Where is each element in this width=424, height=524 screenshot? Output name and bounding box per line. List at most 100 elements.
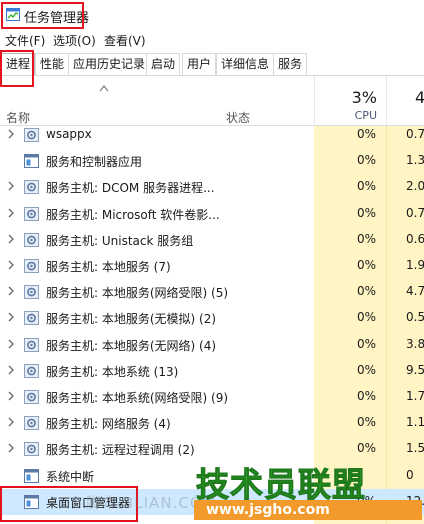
process-row[interactable]: 服务主机: 本地服务 (7) 0% 1.9 <box>0 253 424 279</box>
process-name: 服务主机: Unistack 服务组 <box>46 233 194 248</box>
gear-icon <box>24 180 39 195</box>
tab-services[interactable]: 服务 <box>273 53 308 75</box>
process-memory: 4.7 <box>406 284 424 299</box>
process-name: 服务主机: 本地系统 (13) <box>46 364 179 379</box>
process-name: 服务主机: 网络服务 (4) <box>46 417 171 432</box>
expand-chevron-icon[interactable] <box>6 285 16 297</box>
expand-chevron-icon[interactable] <box>6 442 16 454</box>
tab-users[interactable]: 用户 <box>182 53 217 75</box>
process-name: 服务主机: 本地服务(无网络) (4) <box>46 338 217 353</box>
sort-up-icon[interactable] <box>99 84 109 92</box>
menu-bar: 文件(F) 选项(O) 查看(V) <box>0 30 424 50</box>
process-name: 服务主机: DCOM 服务器进程... <box>46 181 215 196</box>
expand-chevron-icon[interactable] <box>6 311 16 323</box>
column-memory[interactable]: 4 <box>386 76 424 126</box>
process-cpu: 0% <box>356 258 376 272</box>
process-memory: 2.0 <box>406 179 424 194</box>
tab-performance[interactable]: 性能 <box>35 53 70 75</box>
process-row[interactable]: wsappx 0% 0.7 <box>0 126 424 148</box>
process-cpu: 0% <box>356 179 376 194</box>
process-row[interactable]: 服务主机: DCOM 服务器进程... 0% 2.0 <box>0 174 424 200</box>
process-row[interactable]: 服务主机: 本地系统(网络受限) (9) 0% 1.7 <box>0 384 424 410</box>
gear-icon <box>24 206 39 221</box>
process-name: 服务主机: Microsoft 软件卷影... <box>46 207 220 222</box>
watermark: 技术员联盟 www.jsgho.com <box>194 458 422 522</box>
process-row[interactable]: 服务主机: Unistack 服务组 0% 0.6 <box>0 227 424 253</box>
process-name: wsappx <box>46 127 92 141</box>
process-cpu: 0% <box>356 231 376 246</box>
process-name: 服务和控制器应用 <box>46 155 143 170</box>
process-memory: 1.9 <box>406 258 424 272</box>
gear-icon <box>24 128 39 142</box>
gear-icon <box>24 390 39 404</box>
process-name: 服务主机: 本地系统(网络受限) (9) <box>46 391 229 405</box>
process-memory: 0.7 <box>406 205 424 220</box>
gear-icon <box>24 285 39 300</box>
gear-icon <box>24 416 39 431</box>
window-icon <box>24 468 39 483</box>
process-memory: 1.5 <box>406 441 424 456</box>
process-memory: 0.5 <box>406 310 424 325</box>
process-name: 服务主机: 本地服务(无模拟) (2) <box>46 312 217 327</box>
column-status[interactable]: 状态 <box>226 109 250 126</box>
cpu-column-label: CPU <box>354 109 377 122</box>
process-row[interactable]: 服务主机: 本地服务(无网络) (4) 0% 3.8 <box>0 332 424 358</box>
gear-icon <box>24 259 39 273</box>
window-icon <box>24 154 39 169</box>
process-row[interactable]: 服务主机: 本地系统 (13) 0% 9.5 <box>0 358 424 384</box>
process-row[interactable]: 服务主机: 本地服务(网络受限) (5) 0% 4.7 <box>0 279 424 305</box>
process-cpu: 0% <box>356 153 376 168</box>
process-cpu: 0% <box>356 362 376 377</box>
process-name: 服务主机: 本地服务 (7) <box>46 260 171 274</box>
process-memory: 3.8 <box>406 336 424 351</box>
process-cpu: 0% <box>356 205 376 220</box>
process-name: 服务主机: 远程过程调用 (2) <box>46 443 195 458</box>
process-cpu: 0% <box>356 441 376 456</box>
memory-total-percent: 4 <box>415 88 424 107</box>
process-memory: 1.7 <box>406 389 424 403</box>
process-name: 系统中断 <box>46 469 95 484</box>
process-row[interactable]: 服务主机: 网络服务 (4) 0% 1.1 <box>0 410 424 436</box>
column-name[interactable]: 名称 <box>6 109 30 126</box>
title-highlight-box <box>1 2 84 29</box>
process-row[interactable]: 服务和控制器应用 0% 1.3 <box>0 148 424 174</box>
column-cpu[interactable]: 3% CPU <box>314 76 386 126</box>
tab-details[interactable]: 详细信息 <box>216 53 275 75</box>
cpu-total-percent: 3% <box>351 88 377 107</box>
process-cpu: 0% <box>356 389 376 403</box>
tab-app-history[interactable]: 应用历史记录 <box>68 53 151 75</box>
process-cpu: 0% <box>356 415 376 430</box>
process-memory: 0.6 <box>406 231 424 246</box>
expand-chevron-icon[interactable] <box>6 338 16 350</box>
expand-chevron-icon[interactable] <box>6 233 16 245</box>
menu-options[interactable]: 选项(O) <box>53 32 96 49</box>
gear-icon <box>24 442 39 457</box>
expand-chevron-icon[interactable] <box>6 259 16 271</box>
gear-icon <box>24 363 39 378</box>
expand-chevron-icon[interactable] <box>6 207 16 219</box>
expand-chevron-icon[interactable] <box>6 128 16 140</box>
menu-view[interactable]: 查看(V) <box>104 32 146 49</box>
gear-icon <box>24 232 39 247</box>
expand-chevron-icon[interactable] <box>6 390 16 402</box>
tab-startup[interactable]: 启动 <box>146 53 181 75</box>
process-cpu: 0% <box>356 336 376 351</box>
tab-bar: 进程 性能 应用历史记录 启动 用户 详细信息 服务 <box>0 50 424 76</box>
expand-chevron-icon[interactable] <box>6 364 16 376</box>
watermark-url: www.jsgho.com <box>194 500 422 520</box>
process-memory: 1.3 <box>406 153 424 168</box>
menu-file[interactable]: 文件(F) <box>5 32 45 49</box>
process-memory: 9.5 <box>406 362 424 377</box>
column-header: 名称 状态 3% CPU 4 <box>0 76 424 126</box>
expand-chevron-icon[interactable] <box>6 180 16 192</box>
gear-icon <box>24 311 39 326</box>
expand-chevron-icon[interactable] <box>6 416 16 428</box>
process-row[interactable]: 服务主机: Microsoft 软件卷影... 0% 0.7 <box>0 201 424 227</box>
process-memory: 0.7 <box>406 127 424 141</box>
process-cpu: 0% <box>356 310 376 325</box>
process-cpu: 0% <box>356 284 376 299</box>
watermark-brand: 技术员联盟 <box>196 465 366 505</box>
process-cpu: 0% <box>356 127 376 141</box>
process-memory: 1.1 <box>406 415 424 430</box>
process-row[interactable]: 服务主机: 本地服务(无模拟) (2) 0% 0.5 <box>0 305 424 331</box>
